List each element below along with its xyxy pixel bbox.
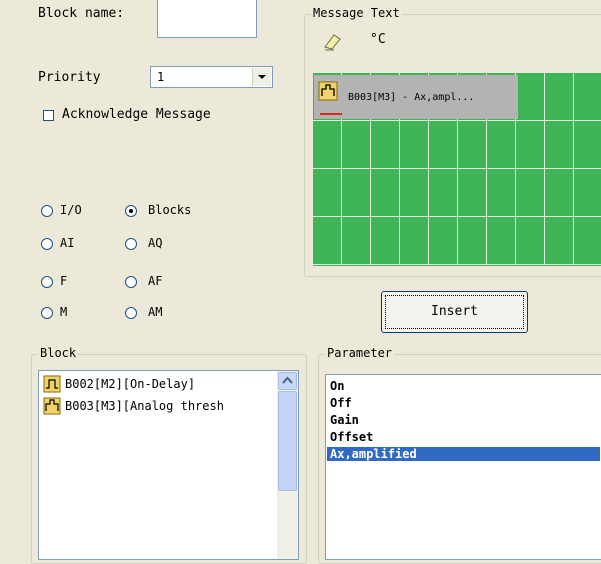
scroll-thumb[interactable] — [278, 391, 297, 491]
message-grid-cell[interactable] — [487, 217, 516, 265]
message-grid-cell[interactable] — [545, 73, 574, 121]
block-item-label: B002[M2][On-Delay] — [65, 377, 196, 391]
priority-label: Priority — [38, 70, 101, 85]
focus-rect — [385, 295, 524, 329]
message-grid-cell[interactable] — [545, 169, 574, 217]
message-grid-cell[interactable] — [429, 121, 458, 169]
chevron-down-icon[interactable] — [252, 68, 271, 86]
radio-io[interactable] — [41, 205, 53, 217]
block-item-label: B003[M3][Analog thresh — [65, 399, 224, 413]
message-grid-cell[interactable] — [371, 217, 400, 265]
parameter-item-off[interactable]: Off — [330, 396, 352, 410]
acknowledge-label: Acknowledge Message — [62, 107, 211, 122]
radio-af[interactable] — [125, 276, 137, 288]
message-grid-cell[interactable] — [313, 169, 342, 217]
parameter-item-offset[interactable]: Offset — [330, 430, 373, 444]
message-grid-cell[interactable] — [545, 217, 574, 265]
message-item-text: B003[M3] - Ax,ampl... — [348, 92, 475, 103]
radio-blocks[interactable] — [125, 205, 137, 217]
priority-select[interactable]: 1 — [150, 66, 273, 88]
message-grid-cell[interactable] — [400, 217, 429, 265]
scroll-up-button[interactable] — [278, 372, 297, 390]
message-grid-cell[interactable] — [342, 169, 371, 217]
message-grid-cell[interactable] — [574, 217, 601, 265]
parameter-item-on[interactable]: On — [330, 379, 344, 393]
parameter-list[interactable]: On Off Gain Offset Ax,amplified — [325, 374, 601, 560]
message-grid-cell[interactable] — [545, 121, 574, 169]
radio-m-label: M — [60, 305, 68, 319]
message-grid-cell[interactable] — [574, 169, 601, 217]
message-grid-cell[interactable] — [516, 169, 545, 217]
message-grid-cell[interactable] — [516, 217, 545, 265]
radio-aq[interactable] — [125, 238, 137, 250]
message-grid-cell[interactable] — [458, 217, 487, 265]
message-grid-cell[interactable] — [487, 169, 516, 217]
message-grid-cell[interactable] — [342, 121, 371, 169]
radio-blocks-label: Blocks — [148, 203, 192, 217]
radio-m[interactable] — [41, 307, 53, 319]
priority-value: 1 — [157, 70, 165, 84]
cursor-marker — [320, 113, 342, 115]
radio-af-label: AF — [148, 274, 163, 288]
message-grid-cell[interactable] — [574, 73, 601, 121]
message-grid-cell[interactable] — [458, 121, 487, 169]
parameter-item-gain[interactable]: Gain — [330, 413, 359, 427]
analog-threshold-icon — [43, 397, 61, 418]
message-item[interactable]: B003[M3] - Ax,ampl... — [314, 75, 518, 119]
analog-threshold-icon — [318, 81, 338, 104]
radio-am[interactable] — [125, 307, 137, 319]
message-grid-cell[interactable] — [313, 121, 342, 169]
eraser-icon[interactable] — [322, 30, 344, 52]
message-grid-cell[interactable] — [516, 121, 545, 169]
message-grid-cell[interactable] — [313, 217, 342, 265]
message-grid-cell[interactable] — [487, 121, 516, 169]
parameter-legend: Parameter — [325, 346, 395, 360]
radio-f-label: F — [60, 274, 68, 288]
message-grid-cell[interactable] — [429, 217, 458, 265]
radio-io-label: I/O — [60, 203, 82, 217]
block-list[interactable]: B002[M2][On-Delay] B003[M3][Analog thres… — [38, 370, 299, 560]
acknowledge-checkbox[interactable] — [43, 110, 54, 121]
radio-ai-label: AI — [60, 236, 75, 250]
message-grid-cell[interactable] — [458, 169, 487, 217]
message-grid-cell[interactable] — [574, 121, 601, 169]
insert-button[interactable]: Insert — [381, 291, 528, 333]
radio-am-label: AM — [148, 305, 163, 319]
radio-aq-label: AQ — [148, 236, 163, 250]
radio-f[interactable] — [41, 276, 53, 288]
message-grid-cell[interactable] — [429, 169, 458, 217]
degree-celsius-button[interactable]: °C — [370, 32, 386, 47]
message-grid-cell[interactable] — [400, 121, 429, 169]
message-grid-cell[interactable] — [400, 169, 429, 217]
message-grid-cell[interactable] — [516, 73, 545, 121]
message-grid-cell[interactable] — [371, 121, 400, 169]
block-name-label: Block name: — [38, 6, 125, 21]
block-legend: Block — [38, 346, 79, 360]
message-grid-cell[interactable] — [371, 169, 400, 217]
block-list-scrollbar[interactable] — [277, 371, 298, 559]
on-delay-icon — [43, 375, 61, 396]
parameter-item-ax-amplified[interactable]: Ax,amplified — [327, 447, 600, 461]
block-name-input[interactable] — [157, 0, 257, 38]
message-text-legend: Message Text — [311, 6, 402, 20]
radio-ai[interactable] — [41, 238, 53, 250]
message-grid-cell[interactable] — [342, 217, 371, 265]
